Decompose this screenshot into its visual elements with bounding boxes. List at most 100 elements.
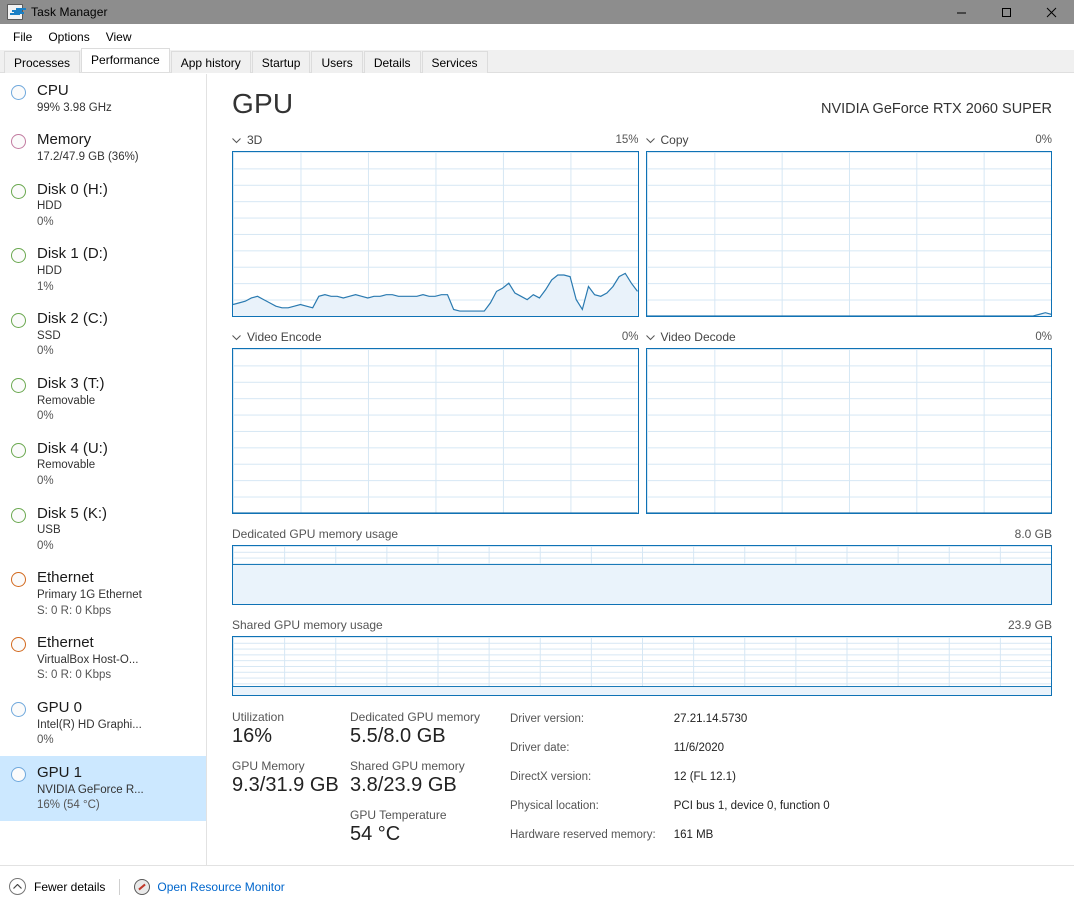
sidebar-item-subtitle: Removable: [37, 459, 96, 472]
menu-file[interactable]: File: [5, 27, 40, 47]
stats-column-1: Utilization 16% GPU Memory 9.3/31.9 GB: [232, 710, 350, 857]
sidebar-item-subtitle: 99% 3.98 GHz: [37, 101, 112, 114]
driver-info-value: 27.21.14.5730: [673, 713, 748, 725]
gpu-memory-value: 9.3/31.9 GB: [232, 774, 339, 796]
graph-header-video-decode: Video Decode 0%: [645, 328, 1052, 345]
sidebar-item-gpu-1[interactable]: GPU 1 NVIDIA GeForce R... 16% (54 °C): [0, 755, 206, 821]
graph-label-video-encode: Video Encode: [247, 329, 322, 344]
title-bar: Task Manager: [0, 0, 1074, 24]
shared-memory-fill: [233, 685, 1051, 695]
sidebar-item-metric: 0%: [37, 475, 54, 487]
sidebar-item-subtitle: 17.2/47.9 GB (36%): [37, 150, 139, 163]
sidebar-item-subtitle: Removable: [37, 394, 96, 407]
graph-video-encode-plot: [233, 349, 638, 513]
gpu-model-label: NVIDIA GeForce RTX 2060 SUPER: [820, 101, 1052, 117]
chevron-down-icon[interactable]: [232, 133, 241, 147]
graph-label-copy: Copy: [660, 132, 689, 147]
fewer-details-label: Fewer details: [34, 879, 106, 894]
sidebar-item-subtitle: Primary 1G Ethernet: [37, 589, 142, 602]
sidebar-item-subtitle: USB: [37, 524, 61, 537]
graph-pct-video-decode: 0%: [1035, 330, 1052, 343]
sidebar-item-metric: S: 0 R: 0 Kbps: [37, 604, 112, 617]
driver-info-value: 11/6/2020: [673, 742, 725, 754]
tab-app-history[interactable]: App history: [170, 51, 251, 73]
sidebar-item-cpu[interactable]: CPU 99% 3.98 GHz: [0, 74, 206, 123]
graph-copy-plot: [646, 152, 1051, 316]
menu-bar: File Options View: [0, 24, 1074, 49]
close-button[interactable]: [1029, 0, 1074, 24]
graph-video-decode: [645, 348, 1052, 514]
sidebar-item-subtitle: NVIDIA GeForce R...: [37, 783, 144, 796]
gpu-detail-panel: GPU NVIDIA GeForce RTX 2060 SUPER 3D 15%: [208, 74, 1074, 865]
task-manager-icon: [7, 4, 23, 20]
gpu-temperature-label: GPU Temperature: [350, 808, 447, 822]
resource-indicator-icon: [11, 377, 26, 393]
dedicated-memory-header: Dedicated GPU memory usage 8.0 GB: [232, 526, 1052, 542]
menu-view[interactable]: View: [98, 27, 140, 47]
sidebar-item-title: Disk 0 (H:): [37, 180, 108, 198]
graph-cell-video-decode: Video Decode 0%: [645, 328, 1052, 514]
sidebar-item-disk-5-k[interactable]: Disk 5 (K:) USB 0%: [0, 497, 206, 562]
open-resource-monitor-button[interactable]: Open Resource Monitor: [134, 878, 285, 895]
graph-pct-copy: 0%: [1035, 133, 1052, 146]
menu-options[interactable]: Options: [40, 27, 97, 47]
gpu-temperature-value: 54 °C: [350, 823, 401, 845]
sidebar-item-title: GPU 1: [37, 763, 83, 781]
graph-3d: [232, 151, 639, 317]
sidebar-item-ethernet[interactable]: Ethernet Primary 1G Ethernet S: 0 R: 0 Kbp…: [0, 561, 206, 626]
shared-gpu-memory-label: Shared GPU memory: [350, 759, 465, 773]
sidebar-item-title: Disk 2 (C:): [37, 310, 108, 328]
driver-info-key: Driver version:: [510, 713, 585, 725]
minimize-button[interactable]: [939, 0, 984, 24]
sidebar-item-disk-2-c[interactable]: Disk 2 (C:) SSD 0%: [0, 302, 206, 367]
driver-info-row: Driver version: 27.21.14.5730: [510, 712, 830, 739]
graph-3d-plot: [233, 152, 638, 316]
fewer-details-button[interactable]: Fewer details: [9, 878, 105, 895]
driver-info-key: Driver date:: [510, 742, 570, 754]
shared-memory-max: 23.9 GB: [1007, 618, 1052, 632]
chevron-down-icon[interactable]: [645, 133, 655, 147]
sidebar-item-title: CPU: [37, 82, 69, 99]
sidebar-item-ethernet[interactable]: Ethernet VirtualBox Host-O... S: 0 R: 0 Kb…: [0, 626, 206, 691]
shared-gpu-memory-value: 3.8/23.9 GB: [350, 774, 457, 796]
sidebar-item-disk-4-u[interactable]: Disk 4 (U:) Removable 0%: [0, 432, 206, 497]
graph-copy: [645, 151, 1052, 317]
resource-indicator-icon: [11, 507, 26, 523]
resource-monitor-icon: [134, 878, 151, 895]
sidebar-item-gpu-0[interactable]: GPU 0 Intel(R) HD Graphi... 0%: [0, 691, 206, 756]
resource-indicator-icon: [11, 248, 26, 264]
tab-startup[interactable]: Startup: [251, 51, 311, 73]
driver-info-key: Physical location:: [510, 800, 599, 812]
gpu-memory-label: GPU Memory: [232, 759, 305, 773]
tab-bar: Processes Performance App history Startu…: [0, 48, 1074, 73]
window-title: Task Manager: [31, 5, 108, 19]
sidebar-item-title: Memory: [37, 131, 92, 149]
sidebar-item-disk-3-t[interactable]: Disk 3 (T:) Removable 0%: [0, 367, 206, 432]
tab-performance[interactable]: Performance: [81, 48, 170, 72]
sidebar-item-subtitle: SSD: [37, 329, 61, 342]
sidebar-item-subtitle: VirtualBox Host-O...: [37, 653, 139, 666]
tab-details[interactable]: Details: [363, 51, 421, 73]
driver-info-key: DirectX version:: [510, 771, 592, 783]
footer-bar: Fewer details Open Resource Monitor: [0, 865, 1074, 907]
dedicated-gpu-memory-label: Dedicated GPU memory: [350, 710, 481, 724]
dedicated-gpu-memory-value: 5.5/8.0 GB: [350, 725, 446, 747]
task-manager-window: Task Manager File Options View Processes…: [0, 0, 1074, 907]
tab-processes[interactable]: Processes: [4, 51, 81, 73]
sidebar-item-subtitle: HDD: [37, 200, 62, 213]
sidebar-item-disk-1-d[interactable]: Disk 1 (D:) HDD 1%: [0, 237, 206, 302]
sidebar-item-disk-0-h[interactable]: Disk 0 (H:) HDD 0%: [0, 173, 206, 238]
chevron-down-icon[interactable]: [645, 330, 655, 344]
maximize-button[interactable]: [984, 0, 1029, 24]
driver-info-value: 12 (FL 12.1): [673, 771, 736, 783]
sidebar-item-title: Disk 5 (K:): [37, 504, 108, 522]
tab-services[interactable]: Services: [421, 51, 488, 73]
graph-pct-video-encode: 0%: [621, 330, 639, 343]
graph-cell-copy: Copy 0%: [645, 131, 1052, 317]
resource-sidebar[interactable]: CPU 99% 3.98 GHz Memory 17.2/47.9 GB (36%) D…: [0, 74, 207, 865]
sidebar-item-memory[interactable]: Memory 17.2/47.9 GB (36%): [0, 123, 206, 172]
graph-video-encode: [232, 348, 639, 514]
tab-users[interactable]: Users: [311, 51, 363, 73]
resource-indicator-icon: [11, 85, 26, 100]
chevron-down-icon[interactable]: [232, 330, 241, 344]
